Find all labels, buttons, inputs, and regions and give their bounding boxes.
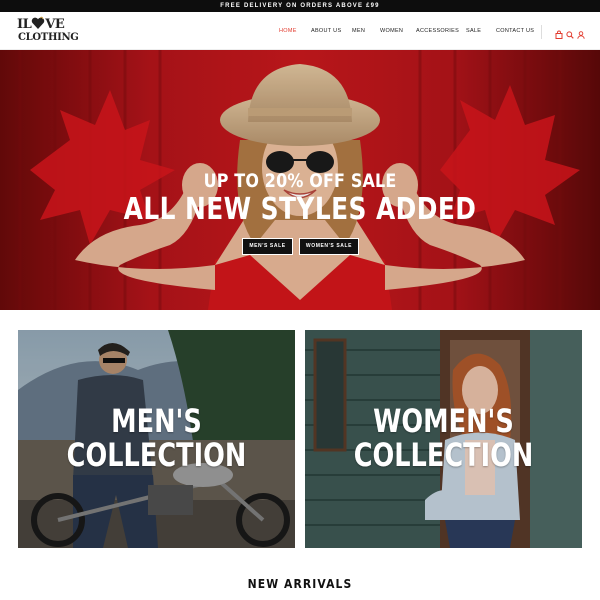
hero-subheadline: ALL NEW STYLES ADDED [123,192,477,227]
nav-divider [541,25,542,39]
mens-collection-title: MEN'S [111,402,202,440]
logo[interactable]: IL VE CLOTHING [17,16,79,48]
new-arrivals-heading: NEW ARRIVALS [247,577,353,591]
nav-about-us[interactable]: ABOUT US [311,12,341,50]
nav-home[interactable]: HOME [279,12,297,50]
womens-collection-subtitle: COLLECTION [353,436,534,474]
nav-contact-us[interactable]: CONTACT US [496,12,534,50]
bag-icon[interactable] [554,27,564,39]
mens-sale-button[interactable]: MEN'S SALE [242,238,293,255]
mens-collection-subtitle: COLLECTION [66,436,247,474]
hero-banner: UP TO 20% OFF SALE ALL NEW STYLES ADDED … [0,50,600,310]
nav-sale[interactable]: SALE [466,12,481,50]
user-icon[interactable] [576,27,586,39]
nav-women[interactable]: WOMEN [380,12,403,50]
womens-collection-title: WOMEN'S [373,402,514,440]
womens-sale-button[interactable]: WOMEN'S SALE [299,238,359,255]
hero-headline: UP TO 20% OFF SALE [203,170,397,192]
heart-icon [31,16,45,30]
site-header: IL VE CLOTHING HOME ABOUT US MEN WOMEN AC… [0,12,600,50]
announcement-text: FREE DELIVERY ON ORDERS ABOVE £99 [220,3,380,9]
nav-accessories[interactable]: ACCESSORIES [416,12,459,50]
nav-men[interactable]: MEN [352,12,365,50]
womens-collection-tile[interactable]: WOMEN'S COLLECTION [305,330,582,548]
announcement-bar: FREE DELIVERY ON ORDERS ABOVE £99 [0,0,600,12]
mens-collection-tile[interactable]: MEN'S COLLECTION [18,330,295,548]
search-icon[interactable] [565,27,575,39]
